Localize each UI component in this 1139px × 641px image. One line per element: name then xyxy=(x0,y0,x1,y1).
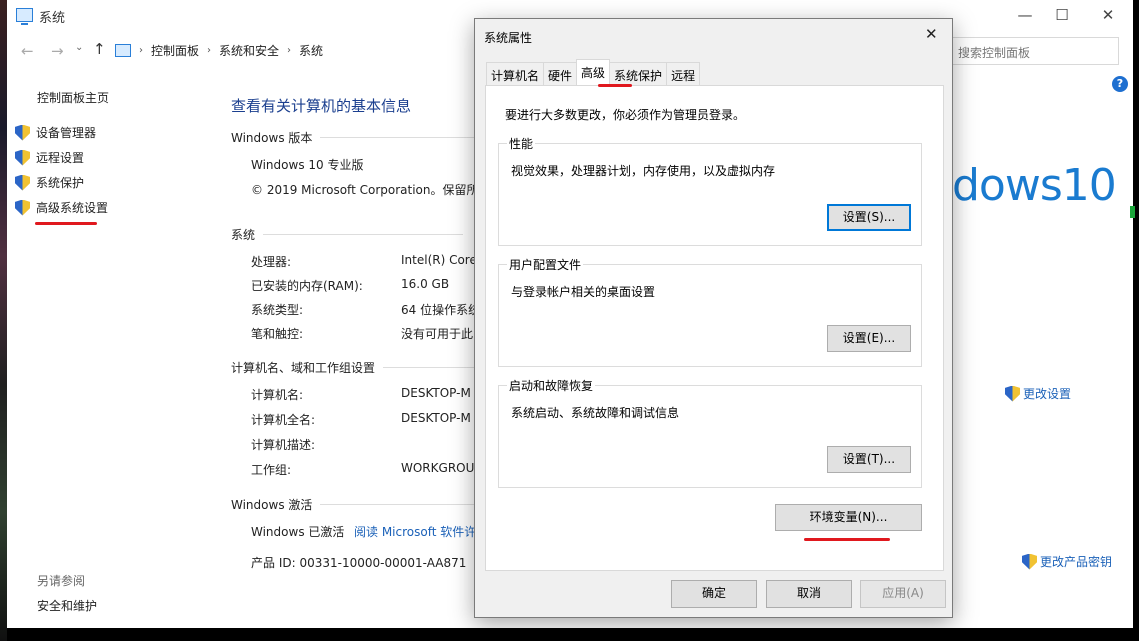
help-icon[interactable]: ? xyxy=(1112,76,1128,92)
page-title: 查看有关计算机的基本信息 xyxy=(231,97,412,115)
advanced-tab-panel: 要进行大多数更改，你必须作为管理员登录。 性能 视觉效果，处理器计划，内存使用，… xyxy=(485,85,944,571)
window-title: 系统 xyxy=(39,11,66,26)
system-type-label: 系统类型: xyxy=(251,303,304,317)
sidebar-item-label: 远程设置 xyxy=(36,151,85,165)
startup-recovery-group: 启动和故障恢复 系统启动、系统故障和调试信息 设置(T)... xyxy=(498,377,922,488)
control-panel-home-link[interactable]: 控制面板主页 xyxy=(37,89,109,106)
admin-note: 要进行大多数更改，你必须作为管理员登录。 xyxy=(505,108,746,122)
crumb-control-panel[interactable]: 控制面板 xyxy=(151,42,199,59)
activated-status: Windows 已激活 xyxy=(251,525,345,539)
startup-settings-button[interactable]: 设置(T)... xyxy=(827,446,911,473)
system-heading: 系统 xyxy=(231,226,464,243)
workgroup-label: 工作组: xyxy=(251,463,292,477)
full-name-value: DESKTOP-M xyxy=(401,411,471,425)
user-profile-group: 用户配置文件 与登录帐户相关的桌面设置 设置(E)... xyxy=(498,256,922,367)
group-description: 系统启动、系统故障和调试信息 xyxy=(511,406,680,420)
tab-bar: 计算机名 硬件 高级 系统保护 远程 xyxy=(486,59,701,85)
green-accent xyxy=(1130,206,1135,218)
description-label: 计算机描述: xyxy=(251,438,316,452)
workgroup-value: WORKGROU xyxy=(401,461,475,475)
processor-value: Intel(R) Core xyxy=(401,253,477,267)
dialog-close-icon[interactable]: ✕ xyxy=(925,25,938,43)
up-arrow-icon[interactable]: ↑ xyxy=(93,40,106,58)
performance-settings-button[interactable]: 设置(S)... xyxy=(827,204,911,231)
shield-icon xyxy=(15,150,30,166)
group-description: 视觉效果，处理器计划，内存使用，以及虚拟内存 xyxy=(511,164,776,178)
user-profile-settings-button[interactable]: 设置(E)... xyxy=(827,325,911,352)
shield-icon xyxy=(15,125,30,141)
computer-icon xyxy=(16,8,33,25)
cancel-button[interactable]: 取消 xyxy=(766,580,852,608)
tab-hardware[interactable]: 硬件 xyxy=(543,62,578,85)
group-title: 启动和故障恢复 xyxy=(507,377,596,394)
dialog-title: 系统属性 xyxy=(484,31,533,45)
back-arrow-icon[interactable]: ← xyxy=(21,42,34,60)
minimize-button[interactable]: — xyxy=(1010,4,1040,26)
computer-name-label: 计算机名: xyxy=(251,388,304,402)
group-title: 性能 xyxy=(507,135,536,152)
tab-computer-name[interactable]: 计算机名 xyxy=(486,62,545,85)
product-id: 产品 ID: 00331-10000-00001-AA871 xyxy=(251,556,467,570)
sidebar-item-device-manager[interactable]: 设备管理器 xyxy=(15,124,96,141)
sidebar-item-advanced[interactable]: 高级系统设置 xyxy=(15,199,108,216)
sidebar-item-protection[interactable]: 系统保护 xyxy=(15,174,84,191)
group-description: 与登录帐户相关的桌面设置 xyxy=(511,285,656,299)
group-title: 用户配置文件 xyxy=(507,256,584,273)
crumb-system-security[interactable]: 系统和安全 xyxy=(219,42,279,59)
license-terms-link[interactable]: 阅读 Microsoft 软件许 xyxy=(354,523,476,540)
sidebar-item-label: 高级系统设置 xyxy=(36,201,109,215)
search-input[interactable]: 搜索控制面板 xyxy=(951,37,1119,65)
control-panel-icon xyxy=(115,44,131,57)
change-product-key-link[interactable]: 更改产品密钥 xyxy=(1022,553,1112,570)
ram-value: 16.0 GB xyxy=(401,277,450,291)
shield-icon xyxy=(15,200,30,216)
tab-system-protection[interactable]: 系统保护 xyxy=(609,62,668,85)
apply-button[interactable]: 应用(A) xyxy=(860,580,946,608)
sidebar-item-remote[interactable]: 远程设置 xyxy=(15,149,84,166)
ok-button[interactable]: 确定 xyxy=(671,580,757,608)
system-properties-dialog: 系统属性 ✕ 计算机名 硬件 高级 系统保护 远程 要进行大多数更改，你必须作为… xyxy=(474,18,953,618)
close-button[interactable]: ✕ xyxy=(1093,4,1123,26)
system-type-value: 64 位操作系统 xyxy=(401,303,481,317)
red-underline-annotation xyxy=(804,538,890,541)
sidebar-item-label: 系统保护 xyxy=(36,176,85,190)
sidebar-item-label: 设备管理器 xyxy=(36,126,97,140)
maximize-button[interactable]: ☐ xyxy=(1047,4,1077,26)
red-underline-annotation xyxy=(598,84,632,87)
shield-icon xyxy=(1022,554,1037,570)
red-underline-annotation xyxy=(35,222,97,225)
windows10-logo: dows10 xyxy=(952,160,1117,211)
performance-group: 性能 视觉效果，处理器计划，内存使用，以及虚拟内存 设置(S)... xyxy=(498,135,922,246)
see-also-label: 另请参阅 xyxy=(37,574,86,588)
shield-icon xyxy=(15,175,30,191)
tab-remote[interactable]: 远程 xyxy=(666,62,701,85)
environment-variables-button[interactable]: 环境变量(N)... xyxy=(775,504,922,531)
processor-label: 处理器: xyxy=(251,255,292,269)
pen-touch-value: 没有可用于此 xyxy=(401,327,474,341)
security-maintenance-link[interactable]: 安全和维护 xyxy=(37,597,97,614)
full-name-label: 计算机全名: xyxy=(251,413,316,427)
recent-chevron-icon[interactable]: ⌄ xyxy=(75,42,83,53)
desktop-background xyxy=(0,0,7,641)
ram-label: 已安装的内存(RAM): xyxy=(251,279,363,293)
change-settings-link[interactable]: 更改设置 xyxy=(1005,385,1071,402)
edition-value: Windows 10 专业版 xyxy=(251,158,364,172)
breadcrumb: › 控制面板 › 系统和安全 › 系统 xyxy=(115,42,323,59)
crumb-system[interactable]: 系统 xyxy=(299,42,323,59)
computer-name-value: DESKTOP-M xyxy=(401,386,471,400)
tab-advanced[interactable]: 高级 xyxy=(576,59,611,85)
pen-touch-label: 笔和触控: xyxy=(251,327,304,341)
forward-arrow-icon[interactable]: → xyxy=(51,42,64,60)
shield-icon xyxy=(1005,386,1020,402)
copyright-text: © 2019 Microsoft Corporation。保留所 xyxy=(251,183,479,197)
